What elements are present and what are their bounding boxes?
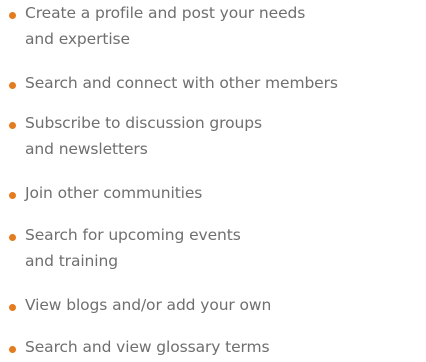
bullet-dot-icon	[9, 82, 16, 89]
list-item-label: Join other communities	[25, 184, 203, 202]
list-item-label: Create a profile and post your needs and…	[25, 4, 306, 48]
bullet-dot-icon	[9, 304, 16, 311]
bullet-dot-icon	[9, 12, 16, 19]
bullet-dot-icon	[9, 122, 16, 129]
list-item-label: Subscribe to discussion groups and newsl…	[25, 114, 262, 158]
list-item-label: Search and connect with other members	[25, 74, 338, 92]
list-item-label: View blogs and/or add your own	[25, 296, 272, 314]
bullet-dot-icon	[9, 346, 16, 353]
list-item-label: Search for upcoming events and training	[25, 226, 241, 270]
bullet-dot-icon	[9, 234, 16, 241]
list-item-label: Search and view glossary terms	[25, 338, 270, 356]
bullet-dot-icon	[9, 192, 16, 199]
